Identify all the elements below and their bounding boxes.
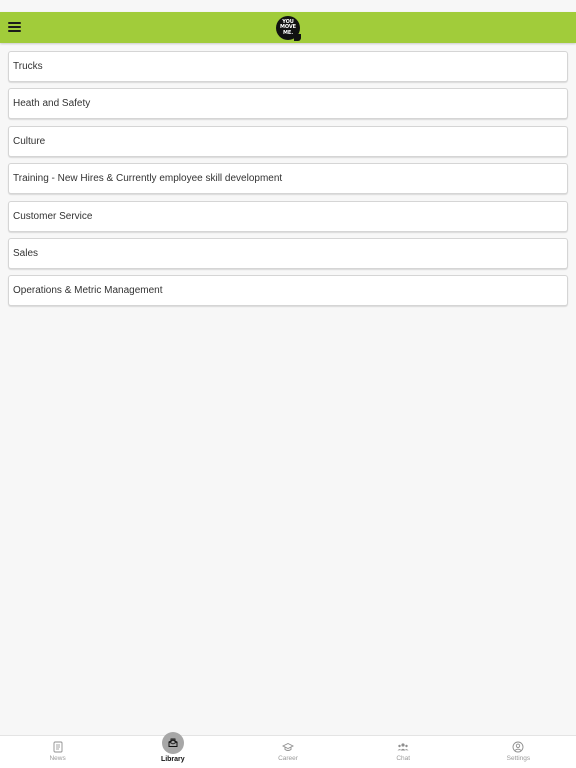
hamburger-menu-icon xyxy=(8,22,21,24)
tab-label: Library xyxy=(160,756,185,763)
category-list: Trucks Heath and Safety Culture Training… xyxy=(8,51,568,313)
category-item-culture[interactable]: Culture xyxy=(8,125,568,157)
library-icon xyxy=(161,732,184,754)
logo-line: ME. xyxy=(283,29,293,36)
tab-chat[interactable]: Chat xyxy=(346,736,461,768)
category-label: Sales xyxy=(13,247,39,259)
category-label: Heath and Safety xyxy=(13,98,91,110)
group-icon xyxy=(397,741,409,753)
user-circle-icon xyxy=(512,741,524,753)
tab-label: Career xyxy=(278,755,298,762)
category-label: Training - New Hires & Currently employe… xyxy=(13,173,283,185)
category-item-health-and-safety[interactable]: Heath and Safety xyxy=(8,88,568,120)
category-label: Culture xyxy=(13,135,46,147)
bottom-tab-bar: News Library Career Chat Settings xyxy=(0,732,576,768)
category-label: Trucks xyxy=(13,61,43,72)
category-item-trucks[interactable]: Trucks xyxy=(8,51,568,82)
category-item-sales[interactable]: Sales xyxy=(8,237,568,269)
menu-button[interactable] xyxy=(8,19,24,35)
news-icon xyxy=(52,741,64,753)
category-item-customer-service[interactable]: Customer Service xyxy=(8,200,568,232)
category-label: Operations & Metric Management xyxy=(13,285,163,297)
tab-settings[interactable]: Settings xyxy=(461,736,576,768)
tab-library[interactable]: Library xyxy=(115,732,230,768)
graduation-cap-icon xyxy=(282,741,294,753)
category-label: Customer Service xyxy=(13,210,93,222)
tab-label: Chat xyxy=(396,755,411,762)
category-item-training[interactable]: Training - New Hires & Currently employe… xyxy=(8,163,568,195)
app-logo: YOU MOVE ME. xyxy=(276,16,301,41)
category-item-operations[interactable]: Operations & Metric Management xyxy=(8,275,568,307)
tab-news[interactable]: News xyxy=(0,736,115,768)
status-bar xyxy=(0,0,576,12)
tab-label: Settings xyxy=(506,755,531,762)
app-header: YOU MOVE ME. xyxy=(0,12,576,43)
tab-label: News xyxy=(49,755,66,762)
tab-career[interactable]: Career xyxy=(230,736,345,768)
